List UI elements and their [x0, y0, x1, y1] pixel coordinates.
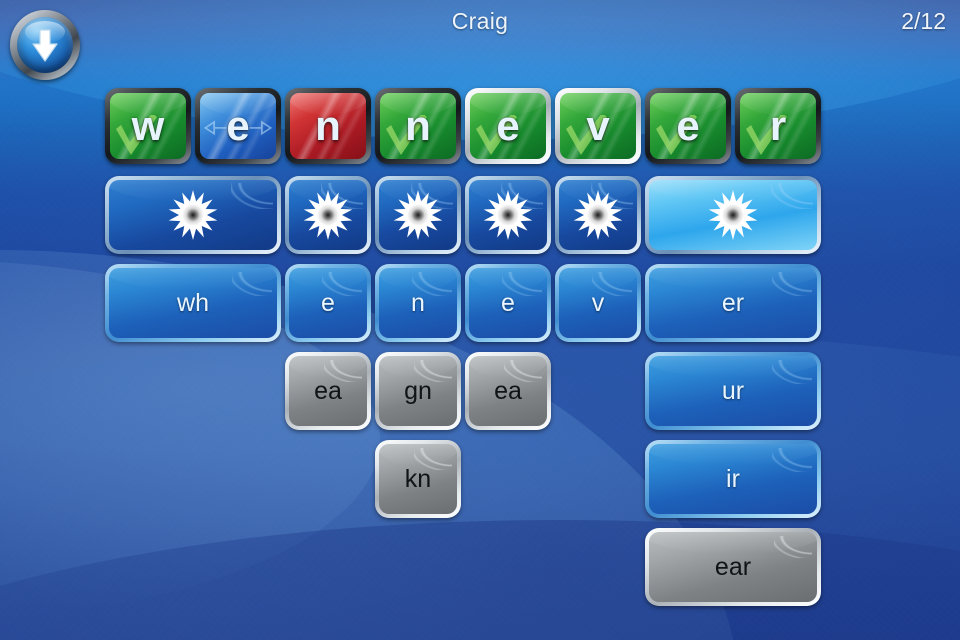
option-tile-c5-0[interactable]: er — [645, 264, 821, 342]
option-tile-c2-2[interactable]: kn — [375, 440, 461, 518]
option-tile-label: ear — [714, 552, 752, 581]
sun-icon — [573, 190, 623, 240]
letter-tile-4[interactable]: e — [465, 88, 551, 164]
sun-tile-face — [649, 180, 817, 250]
option-tile-c1-0[interactable]: e — [285, 264, 371, 342]
option-tile-c5-3[interactable]: ear — [645, 528, 821, 606]
sun-tile-0[interactable] — [105, 176, 281, 254]
header-bar: Craig 2/12 — [0, 0, 960, 44]
option-tile-label: ea — [494, 376, 522, 405]
option-tile-label: er — [721, 288, 745, 317]
back-button-inner — [17, 17, 73, 73]
option-tile-c0-0[interactable]: wh — [105, 264, 281, 342]
option-tile-c1-1[interactable]: ea — [285, 352, 371, 430]
option-tile-face: v — [559, 268, 637, 338]
option-tile-c2-0[interactable]: n — [375, 264, 461, 342]
sun-tile-3[interactable] — [465, 176, 551, 254]
option-tile-face: ear — [649, 532, 817, 602]
letter-tile-1[interactable]: e — [195, 88, 281, 164]
option-tile-label: wh — [177, 288, 209, 317]
letter-tile-7[interactable]: r — [735, 88, 821, 164]
option-tile-c3-0[interactable]: e — [465, 264, 551, 342]
option-tile-label: n — [411, 288, 425, 317]
option-tile-face: ea — [289, 356, 367, 426]
app-root: Craig 2/12 w e n n e v e r wh e ea n gn kn e ea v er ur ir e… — [0, 0, 960, 640]
letter-tile-label: r — [769, 102, 787, 149]
option-tile-face: gn — [379, 356, 457, 426]
option-tile-face: e — [469, 268, 547, 338]
option-tile-label: e — [321, 288, 335, 317]
letter-tile-label: w — [131, 102, 165, 149]
letter-tile-label: n — [315, 102, 341, 149]
option-tile-label: e — [501, 288, 515, 317]
letter-tile-label: v — [586, 102, 610, 149]
option-tile-face: ea — [469, 356, 547, 426]
sun-icon — [303, 190, 353, 240]
sun-tile-face — [289, 180, 367, 250]
sun-tile-5[interactable] — [645, 176, 821, 254]
sun-icon — [708, 190, 758, 240]
option-tile-c3-1[interactable]: ea — [465, 352, 551, 430]
back-button[interactable] — [10, 10, 80, 80]
option-tile-face: kn — [379, 444, 457, 514]
letter-tile-label: n — [405, 102, 431, 149]
progress-counter: 2/12 — [901, 8, 946, 34]
option-tile-c2-1[interactable]: gn — [375, 352, 461, 430]
option-tile-face: e — [289, 268, 367, 338]
letter-tile-5[interactable]: v — [555, 88, 641, 164]
option-tile-label: kn — [404, 464, 432, 493]
sun-icon — [483, 190, 533, 240]
option-tile-face: wh — [109, 268, 277, 338]
sun-tile-2[interactable] — [375, 176, 461, 254]
letter-tile-3[interactable]: n — [375, 88, 461, 164]
sun-icon — [168, 190, 218, 240]
letter-tile-0[interactable]: w — [105, 88, 191, 164]
letter-tile-label: e — [496, 102, 520, 149]
letter-tile-label: e — [226, 102, 250, 149]
option-tile-c4-0[interactable]: v — [555, 264, 641, 342]
sun-tile-face — [109, 180, 277, 250]
option-tile-face: er — [649, 268, 817, 338]
letter-tile-2[interactable]: n — [285, 88, 371, 164]
sun-icon — [393, 190, 443, 240]
option-tile-c5-2[interactable]: ir — [645, 440, 821, 518]
option-tile-label: ir — [726, 464, 740, 493]
sun-tile-face — [559, 180, 637, 250]
down-arrow-icon — [32, 29, 58, 62]
sun-tile-1[interactable] — [285, 176, 371, 254]
sun-tile-face — [469, 180, 547, 250]
option-tile-label: ea — [314, 376, 342, 405]
option-tile-face: ur — [649, 356, 817, 426]
option-tile-label: ur — [721, 376, 745, 405]
letter-tile-label: e — [676, 102, 700, 149]
page-title: Craig — [451, 8, 509, 34]
sun-tile-face — [379, 180, 457, 250]
sun-tile-4[interactable] — [555, 176, 641, 254]
option-tile-label: gn — [404, 376, 432, 405]
option-tile-c5-1[interactable]: ur — [645, 352, 821, 430]
option-tile-face: n — [379, 268, 457, 338]
letter-tile-6[interactable]: e — [645, 88, 731, 164]
option-tile-label: v — [591, 288, 605, 317]
option-tile-face: ir — [649, 444, 817, 514]
word-board: w e n n e v e r wh e ea n gn kn e ea v er ur ir ear — [0, 0, 960, 640]
